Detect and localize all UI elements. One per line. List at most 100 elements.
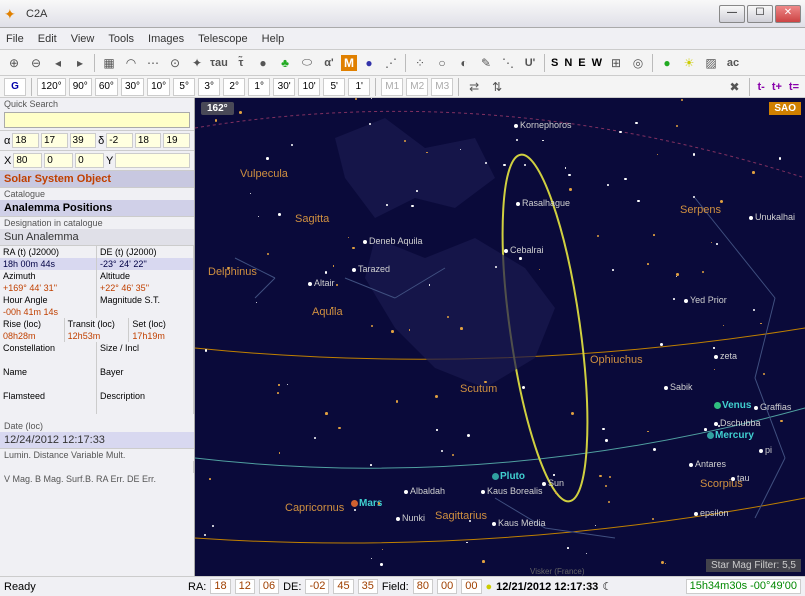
zoom-in-icon[interactable]: ⊕: [4, 53, 24, 73]
prev-icon[interactable]: ◂: [48, 53, 68, 73]
grid-icon[interactable]: ▦: [99, 53, 119, 73]
sun-status-icon: ●: [486, 581, 493, 593]
time-eq[interactable]: t=: [787, 81, 801, 93]
star-icon[interactable]: ✦: [187, 53, 207, 73]
dir-w[interactable]: W: [590, 57, 604, 69]
star-label: Unukalhai: [755, 212, 795, 222]
sun-icon[interactable]: ☀: [679, 53, 699, 73]
status-ra-s: 06: [259, 579, 279, 594]
dots3-icon[interactable]: ⋱: [498, 53, 518, 73]
star-label: Albaldah: [410, 486, 445, 496]
menu-telescope[interactable]: Telescope: [198, 33, 248, 45]
close-button[interactable]: ✕: [775, 5, 801, 23]
x-m[interactable]: 0: [44, 153, 73, 168]
oval-icon[interactable]: ⬭: [297, 53, 317, 73]
status-ra-label: RA:: [188, 581, 206, 593]
star-label: Yed Prior: [690, 295, 727, 305]
menu-file[interactable]: File: [6, 33, 24, 45]
zoom-out-icon[interactable]: ⊖: [26, 53, 46, 73]
menu-images[interactable]: Images: [148, 33, 184, 45]
star-label: tau: [737, 473, 750, 483]
u-icon[interactable]: U': [520, 53, 540, 73]
field-10m[interactable]: 10': [298, 78, 320, 96]
dots-icon[interactable]: ⋯: [143, 53, 163, 73]
scatter-icon[interactable]: ⁘: [410, 53, 430, 73]
star-dot: [542, 482, 546, 486]
mark-2[interactable]: M2: [406, 78, 428, 96]
time-plus[interactable]: t+: [770, 81, 784, 93]
circle2-icon[interactable]: ○: [432, 53, 452, 73]
bg-star: [495, 266, 497, 268]
tau-icon[interactable]: τau: [209, 53, 229, 73]
field-1[interactable]: 1°: [248, 78, 270, 96]
field-1m[interactable]: 1': [348, 78, 370, 96]
m-orange-icon[interactable]: M: [341, 55, 357, 71]
status-de-m: 45: [333, 579, 353, 594]
y-field[interactable]: [115, 153, 190, 168]
field-120[interactable]: 120°: [37, 78, 66, 96]
dots2-icon[interactable]: ⋰: [381, 53, 401, 73]
dir-s[interactable]: S: [549, 57, 560, 69]
tau2-icon[interactable]: τ̃: [231, 53, 251, 73]
bg-star: [277, 392, 279, 394]
field-60[interactable]: 60°: [95, 78, 118, 96]
bg-star: [325, 412, 328, 415]
time-minus[interactable]: t-: [755, 81, 766, 93]
wand-icon[interactable]: ✎: [476, 53, 496, 73]
de-value: -23° 24' 22'': [97, 258, 194, 270]
circle-icon[interactable]: ●: [253, 53, 273, 73]
x-s[interactable]: 0: [75, 153, 104, 168]
menu-edit[interactable]: Edit: [38, 33, 57, 45]
globe-icon[interactable]: ●: [359, 53, 379, 73]
chart-icon[interactable]: ▨: [701, 53, 721, 73]
field-5[interactable]: 5°: [173, 78, 195, 96]
alpha-icon[interactable]: α': [319, 53, 339, 73]
next-icon[interactable]: ▸: [70, 53, 90, 73]
mark-1[interactable]: M1: [381, 78, 403, 96]
field-30[interactable]: 30°: [121, 78, 144, 96]
mark-3[interactable]: M3: [431, 78, 453, 96]
status-ready: Ready: [4, 581, 184, 593]
x-d[interactable]: 80: [13, 153, 42, 168]
magnitude-label: Magnitude S.T.: [97, 294, 194, 306]
alpha-h[interactable]: 18: [12, 133, 39, 148]
star-label: Tarazed: [358, 264, 390, 274]
bg-star: [396, 400, 398, 402]
sky-map[interactable]: 162° SAO VulpeculaSagittaDelphinusAquila…: [195, 98, 805, 576]
field-10[interactable]: 10°: [147, 78, 170, 96]
crosshair-icon[interactable]: ⊞: [606, 53, 626, 73]
arc-icon[interactable]: ◠: [121, 53, 141, 73]
moon-icon[interactable]: ◐: [454, 53, 474, 73]
target-icon[interactable]: ⊙: [165, 53, 185, 73]
bg-star: [452, 454, 454, 456]
delta-d[interactable]: -2: [106, 133, 133, 148]
bg-star: [595, 525, 596, 526]
menu-view[interactable]: View: [71, 33, 95, 45]
menu-tools[interactable]: Tools: [108, 33, 134, 45]
g-button[interactable]: G: [4, 78, 26, 96]
quicksearch-input[interactable]: [4, 112, 190, 128]
field-3[interactable]: 3°: [198, 78, 220, 96]
delta-m[interactable]: 18: [135, 133, 162, 148]
dir-n[interactable]: N: [562, 57, 574, 69]
tree-icon[interactable]: ♣: [275, 53, 295, 73]
flip-v-icon[interactable]: ⇅: [487, 77, 507, 97]
delta-s[interactable]: 19: [163, 133, 190, 148]
target2-icon[interactable]: ◎: [628, 53, 648, 73]
field-90[interactable]: 90°: [69, 78, 92, 96]
earth-icon[interactable]: ●: [657, 53, 677, 73]
maximize-button[interactable]: ☐: [747, 5, 773, 23]
alpha-m[interactable]: 17: [41, 133, 68, 148]
menu-help[interactable]: Help: [262, 33, 285, 45]
constellation-label: Serpens: [680, 204, 721, 216]
x-icon[interactable]: ✖: [724, 77, 744, 97]
alpha-s[interactable]: 39: [70, 133, 97, 148]
ac-icon[interactable]: ac: [723, 53, 743, 73]
dir-e[interactable]: E: [576, 57, 587, 69]
field-5m[interactable]: 5': [323, 78, 345, 96]
window-title: C2A: [26, 8, 719, 20]
field-2[interactable]: 2°: [223, 78, 245, 96]
minimize-button[interactable]: —: [719, 5, 745, 23]
field-30m[interactable]: 30': [273, 78, 295, 96]
flip-h-icon[interactable]: ⇄: [464, 77, 484, 97]
